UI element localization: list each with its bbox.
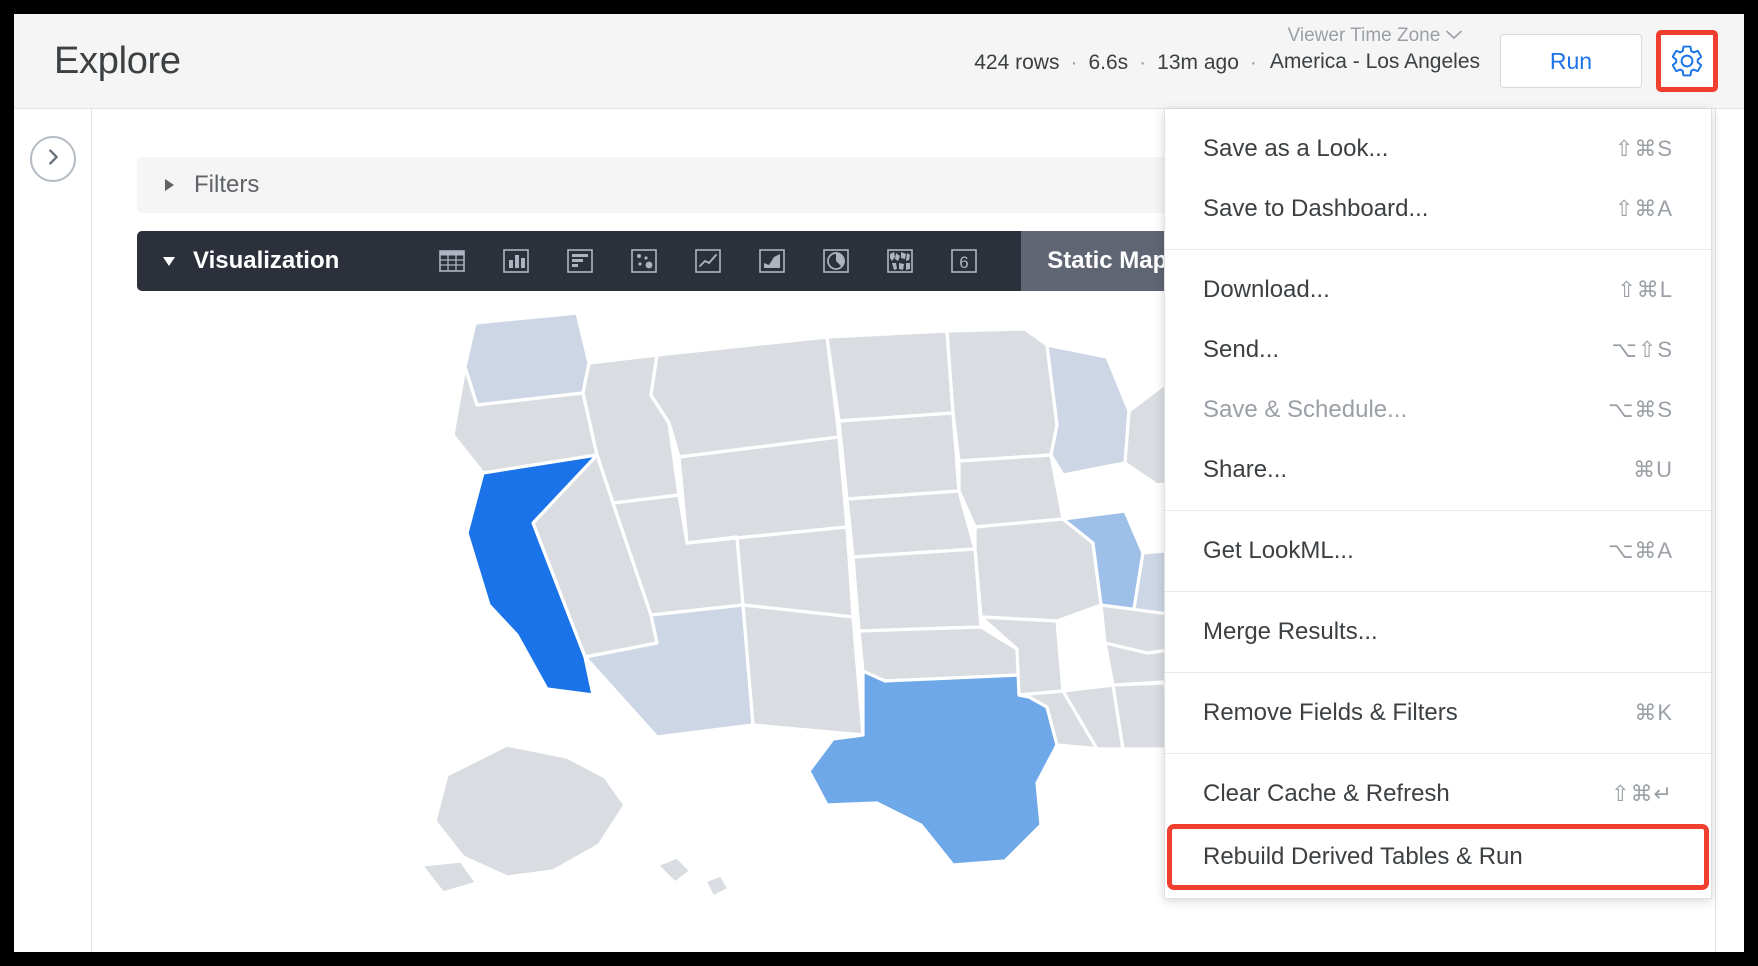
state-washington bbox=[465, 313, 589, 405]
app-header: Explore 424 rows · 6.6s · 13m ago · View… bbox=[14, 14, 1744, 109]
column-chart-icon[interactable] bbox=[499, 244, 533, 278]
state-alaska bbox=[435, 745, 625, 877]
single-value-icon[interactable]: 6 bbox=[947, 244, 981, 278]
query-metadata: 424 rows · 6.6s · 13m ago · Viewer Time … bbox=[972, 25, 1480, 97]
menu-item-clear-cache-refresh[interactable]: Clear Cache & Refresh ⇧⌘↵ bbox=[1165, 764, 1711, 824]
timezone-value: America - Los Angeles bbox=[1270, 48, 1480, 75]
menu-item-shortcut: ⌥⇧S bbox=[1612, 337, 1673, 363]
state-nebraska bbox=[847, 491, 975, 557]
area-chart-icon[interactable] bbox=[755, 244, 789, 278]
menu-item-label: Send... bbox=[1203, 336, 1279, 364]
state-hawaii bbox=[657, 857, 691, 883]
menu-item-label: Get LookML... bbox=[1203, 537, 1354, 565]
left-sidebar-rail bbox=[14, 109, 92, 952]
menu-item-merge-results[interactable]: Merge Results... bbox=[1165, 602, 1711, 662]
menu-item-shortcut: ⇧⌘L bbox=[1617, 277, 1673, 303]
menu-item-rebuild-derived-tables-run[interactable]: Rebuild Derived Tables & Run bbox=[1171, 828, 1705, 886]
menu-group: Save as a Look... ⇧⌘S Save to Dashboard...… bbox=[1165, 109, 1711, 249]
timezone-label-row: Viewer Time Zone bbox=[1288, 25, 1463, 48]
menu-item-get-lookml[interactable]: Get LookML... ⌥⌘A bbox=[1165, 521, 1711, 581]
menu-item-shortcut: ⌥⌘A bbox=[1608, 538, 1673, 564]
state-alabama bbox=[1113, 683, 1169, 749]
menu-group: Download... ⇧⌘L Send... ⌥⇧S Save & Schedule.… bbox=[1165, 249, 1711, 510]
gear-icon bbox=[1669, 43, 1705, 79]
chevron-right-icon bbox=[42, 146, 64, 173]
menu-item-download[interactable]: Download... ⇧⌘L bbox=[1165, 260, 1711, 320]
menu-item-label: Remove Fields & Filters bbox=[1203, 699, 1458, 727]
state-new-mexico bbox=[743, 605, 863, 735]
state-oklahoma bbox=[859, 627, 1019, 681]
state-alaska-tail bbox=[421, 861, 477, 893]
visualization-type-picker: 6 bbox=[435, 244, 981, 278]
last-run-time: 13m ago bbox=[1157, 51, 1239, 75]
menu-item-save-schedule: Save & Schedule... ⌥⌘S bbox=[1165, 380, 1711, 440]
menu-item-shortcut: ⇧⌘S bbox=[1615, 136, 1673, 162]
timezone-label: Viewer Time Zone bbox=[1288, 25, 1441, 48]
sidebar-expand-button[interactable] bbox=[30, 136, 76, 182]
state-hawaii-2 bbox=[705, 875, 729, 897]
menu-item-shortcut: ⇧⌘↵ bbox=[1611, 781, 1673, 807]
bar-chart-icon[interactable] bbox=[563, 244, 597, 278]
timezone-selector[interactable]: Viewer Time Zone America - Los Angeles bbox=[1270, 25, 1480, 75]
menu-group: Clear Cache & Refresh ⇧⌘↵ Rebuild Derived … bbox=[1165, 753, 1711, 898]
menu-item-shortcut: ⌥⌘S bbox=[1608, 397, 1673, 423]
menu-group: Merge Results... bbox=[1165, 591, 1711, 672]
menu-item-label: Merge Results... bbox=[1203, 618, 1378, 646]
menu-group: Remove Fields & Filters ⌘K bbox=[1165, 672, 1711, 753]
visualization-label: Visualization bbox=[193, 247, 339, 275]
map-icon[interactable] bbox=[883, 244, 917, 278]
menu-group: Get LookML... ⌥⌘A bbox=[1165, 510, 1711, 591]
menu-item-remove-fields-filters[interactable]: Remove Fields & Filters ⌘K bbox=[1165, 683, 1711, 743]
line-chart-icon[interactable] bbox=[691, 244, 725, 278]
right-panel-divider bbox=[1715, 109, 1716, 952]
menu-item-label: Share... bbox=[1203, 456, 1287, 484]
menu-item-label: Save to Dashboard... bbox=[1203, 195, 1428, 223]
chevron-down-icon bbox=[1446, 27, 1462, 45]
table-icon[interactable] bbox=[435, 244, 469, 278]
menu-item-send[interactable]: Send... ⌥⇧S bbox=[1165, 320, 1711, 380]
menu-item-shortcut: ⌘U bbox=[1633, 457, 1673, 483]
menu-item-share[interactable]: Share... ⌘U bbox=[1165, 440, 1711, 500]
state-south-dakota bbox=[839, 413, 959, 499]
run-button[interactable]: Run bbox=[1500, 34, 1642, 88]
row-count: 424 rows bbox=[974, 51, 1059, 75]
svg-text:6: 6 bbox=[960, 253, 969, 272]
menu-item-shortcut: ⌘K bbox=[1634, 700, 1673, 726]
page-title: Explore bbox=[54, 40, 181, 83]
settings-dropdown-menu: Save as a Look... ⇧⌘S Save to Dashboard...… bbox=[1164, 109, 1712, 899]
app-window: Explore 424 rows · 6.6s · 13m ago · View… bbox=[14, 14, 1744, 952]
menu-item-save-to-dashboard[interactable]: Save to Dashboard... ⇧⌘A bbox=[1165, 179, 1711, 239]
state-north-dakota bbox=[827, 331, 953, 421]
state-iowa bbox=[959, 455, 1063, 527]
menu-item-shortcut: ⇧⌘A bbox=[1615, 196, 1673, 222]
menu-item-label: Save as a Look... bbox=[1203, 135, 1388, 163]
state-wyoming bbox=[679, 437, 847, 543]
menu-item-label: Download... bbox=[1203, 276, 1330, 304]
menu-item-save-as-a-look[interactable]: Save as a Look... ⇧⌘S bbox=[1165, 119, 1711, 179]
menu-item-label: Save & Schedule... bbox=[1203, 396, 1407, 424]
caret-right-icon bbox=[165, 179, 174, 191]
menu-item-label: Rebuild Derived Tables & Run bbox=[1203, 843, 1523, 871]
header-right-group: 424 rows · 6.6s · 13m ago · Viewer Time … bbox=[972, 14, 1728, 108]
filters-label: Filters bbox=[194, 171, 259, 199]
meta-separator-1: · bbox=[1070, 51, 1077, 75]
meta-separator-3: · bbox=[1250, 51, 1257, 75]
menu-item-label: Clear Cache & Refresh bbox=[1203, 780, 1450, 808]
settings-gear-button[interactable] bbox=[1656, 30, 1718, 92]
pie-chart-icon[interactable] bbox=[819, 244, 853, 278]
state-kansas bbox=[853, 549, 981, 631]
query-duration: 6.6s bbox=[1088, 51, 1128, 75]
meta-separator-2: · bbox=[1139, 51, 1146, 75]
state-wisconsin bbox=[1047, 345, 1129, 475]
state-minnesota bbox=[947, 329, 1057, 461]
scatter-plot-icon[interactable] bbox=[627, 244, 661, 278]
caret-down-icon[interactable] bbox=[163, 257, 175, 266]
